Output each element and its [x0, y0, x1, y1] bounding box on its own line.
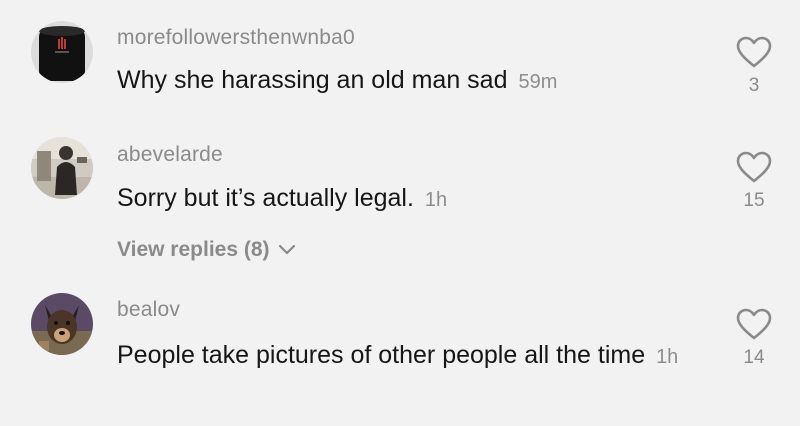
chevron-down-icon [278, 244, 295, 255]
like-count: 3 [748, 75, 760, 96]
like-button[interactable]: 15 [729, 151, 779, 212]
avatar[interactable] [31, 293, 93, 355]
comment-text: Why she harassing an old man sad 59m [117, 61, 687, 101]
avatar[interactable] [31, 137, 93, 199]
comment-text: People take pictures of other people all… [117, 336, 687, 376]
view-replies-button[interactable]: View replies (8) [117, 238, 296, 262]
view-replies-label: View replies (8) [117, 238, 270, 261]
comment-time: 1h [656, 346, 679, 368]
heart-outline-icon [736, 151, 772, 183]
comment-body: People take pictures of other people all… [117, 341, 646, 369]
dog-photo-avatar-icon [31, 293, 93, 355]
like-count: 15 [743, 190, 765, 211]
comment-body: Why she harassing an old man sad [117, 66, 508, 94]
comment-username[interactable]: morefollowersthenwnba0 [117, 26, 355, 50]
comment-body: Sorry but it’s actually legal. [117, 184, 414, 212]
comment-text: Sorry but it’s actually legal. 1h [117, 179, 687, 219]
comment-time: 59m [518, 71, 558, 93]
like-button[interactable]: 14 [729, 308, 779, 369]
heart-outline-icon [736, 308, 772, 340]
comment-time: 1h [424, 189, 448, 211]
black-speaker-avatar-icon [31, 21, 93, 83]
heart-outline-icon [736, 36, 772, 68]
person-photo-avatar-icon [31, 137, 93, 199]
like-button[interactable]: 3 [729, 36, 779, 97]
comment-username[interactable]: bealov [117, 298, 180, 322]
comment-username[interactable]: abevelarde [117, 143, 223, 167]
avatar[interactable] [31, 21, 93, 83]
like-count: 14 [743, 347, 765, 368]
